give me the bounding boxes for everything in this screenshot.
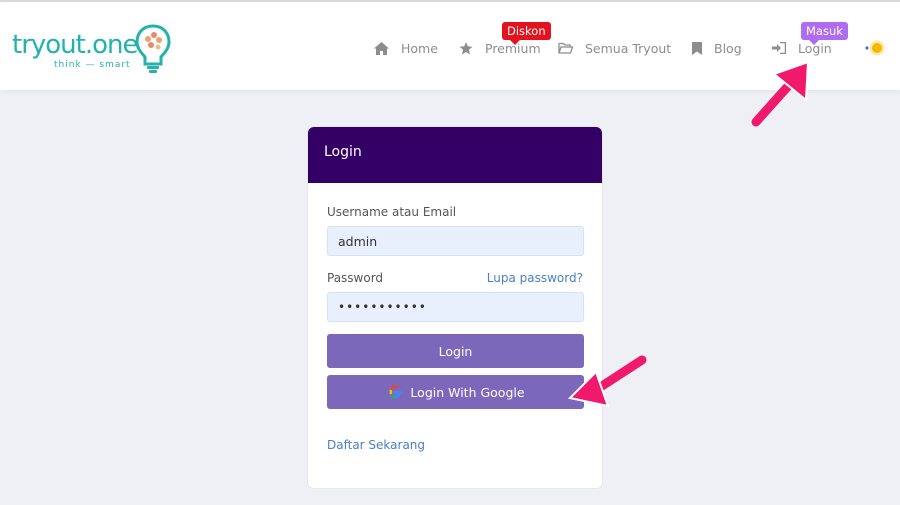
home-icon [374, 41, 389, 55]
logo-tagline: think — smart [54, 60, 131, 70]
google-button-label: Login With Google [410, 384, 525, 400]
nav-home-label: Home [401, 40, 438, 56]
login-with-google-button[interactable]: Login With Google [327, 375, 584, 409]
nav-premium[interactable]: Premium [459, 38, 541, 58]
register-link[interactable]: Daftar Sekarang [327, 438, 425, 452]
login-button-label: Login [438, 343, 473, 359]
nav-home[interactable]: Home [374, 38, 438, 58]
star-icon [459, 41, 473, 54]
theme-toggle-icon[interactable] [864, 39, 888, 57]
username-field[interactable]: admin [327, 226, 584, 256]
password-field[interactable]: ••••••••••• [327, 292, 584, 322]
logo-wordmark: tryout.one [12, 30, 138, 60]
google-icon [389, 385, 402, 399]
nav-login[interactable]: Login [772, 38, 832, 58]
bookmark-icon [692, 41, 702, 55]
annotation-arrow-google-button [567, 355, 647, 408]
password-label: Password [327, 271, 384, 285]
discount-badge: Diskon [502, 22, 551, 45]
login-card-title: Login [324, 144, 362, 160]
nav-blog-label: Blog [714, 40, 742, 56]
nav-semua-tryout[interactable]: Semua Tryout [558, 38, 671, 58]
site-logo[interactable]: tryout.one think — smart [12, 22, 177, 74]
login-button[interactable]: Login [327, 334, 584, 368]
login-card: Login Username atau Email admin Password… [307, 126, 603, 489]
username-value: admin [338, 233, 378, 249]
login-card-header: Login [308, 127, 602, 183]
sign-in-icon [772, 42, 786, 54]
password-value: ••••••••••• [338, 300, 427, 314]
username-label: Username atau Email [327, 205, 457, 219]
lightbulb-brain-icon [135, 24, 171, 73]
forgot-password-link[interactable]: Lupa password? [487, 271, 583, 285]
folder-icon [558, 42, 573, 54]
nav-semua-tryout-label: Semua Tryout [585, 40, 672, 56]
annotation-arrow-login-nav [751, 60, 810, 127]
nav-blog[interactable]: Blog [692, 38, 742, 58]
masuk-badge: Masuk [801, 22, 848, 45]
